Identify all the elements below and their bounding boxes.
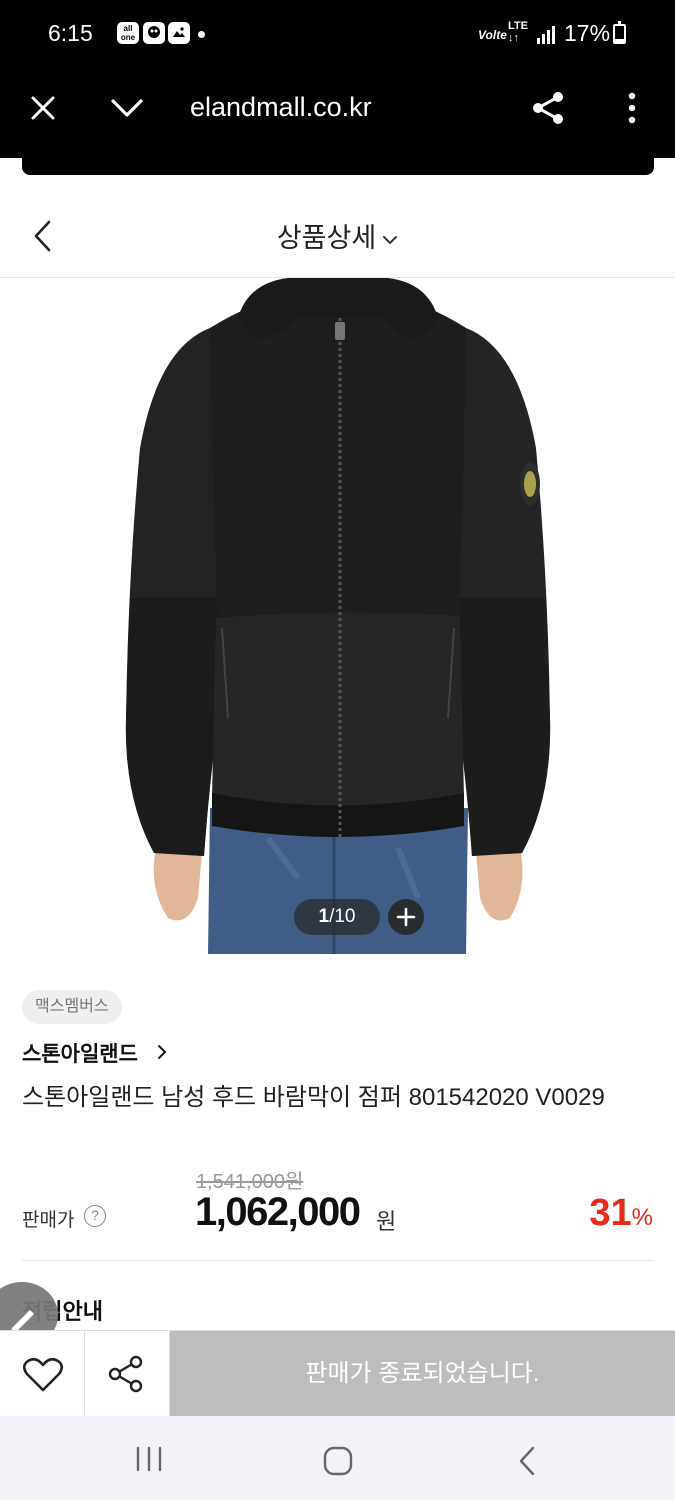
- chevron-right-icon[interactable]: [156, 1043, 168, 1061]
- profile-app-icon: [143, 22, 165, 44]
- share-button[interactable]: [85, 1331, 170, 1417]
- status-bar: 6:15 all one Volte LTE ↓↑ 17%: [0, 0, 675, 68]
- zoom-plus-icon[interactable]: [388, 899, 424, 935]
- battery-icon: [613, 21, 626, 44]
- sale-price-unit: 원: [376, 1209, 397, 1234]
- sold-out-button[interactable]: 판매가 종료되었습니다.: [170, 1331, 675, 1417]
- browser-toolbar: elandmall.co.kr: [0, 68, 675, 158]
- bottom-action-bar: 판매가 종료되었습니다.: [0, 1330, 675, 1417]
- clock: 6:15: [48, 20, 93, 46]
- page-header: 상품상세: [0, 190, 675, 278]
- gallery-app-icon: [168, 22, 190, 44]
- product-name: 스톤아일랜드 남성 후드 바람막이 점퍼 801542020 V0029: [22, 1084, 605, 1111]
- product-image[interactable]: [118, 278, 558, 954]
- image-counter: 1/10: [294, 899, 380, 935]
- volte-indicator: Volte: [478, 28, 507, 42]
- share-icon[interactable]: [530, 90, 566, 126]
- heart-icon: [22, 1357, 64, 1392]
- divider: [22, 1260, 654, 1261]
- close-icon[interactable]: [30, 95, 56, 121]
- home-icon[interactable]: [323, 1446, 353, 1476]
- chevron-down-icon: [383, 235, 398, 245]
- notification-dot: [198, 31, 205, 38]
- price-label: 판매가: [22, 1210, 75, 1231]
- discount-rate: 31%: [589, 1192, 653, 1234]
- recent-apps-icon[interactable]: [134, 1446, 164, 1472]
- wishlist-button[interactable]: [0, 1331, 85, 1417]
- all-one-app-icon: all one: [117, 22, 139, 44]
- battery-percent: 17%: [564, 20, 611, 46]
- lte-indicator: LTE ↓↑: [508, 20, 528, 44]
- back-icon[interactable]: [517, 1446, 537, 1476]
- signal-icon: [537, 26, 555, 44]
- share-icon: [108, 1355, 143, 1393]
- page-title: 상품상세: [276, 223, 377, 253]
- url-text[interactable]: elandmall.co.kr: [190, 92, 372, 123]
- system-nav-bar: [0, 1416, 675, 1500]
- brand-link[interactable]: 스톤아일랜드: [22, 1038, 138, 1068]
- sale-price: 1,062,000: [195, 1190, 361, 1234]
- page-title-dropdown[interactable]: 상품상세: [0, 216, 675, 255]
- member-badge: 맥스멤버스: [22, 990, 122, 1024]
- page-top-bar: [22, 158, 654, 175]
- help-icon[interactable]: ?: [84, 1205, 106, 1227]
- chevron-down-icon[interactable]: [110, 98, 144, 118]
- more-vert-icon[interactable]: [626, 92, 638, 124]
